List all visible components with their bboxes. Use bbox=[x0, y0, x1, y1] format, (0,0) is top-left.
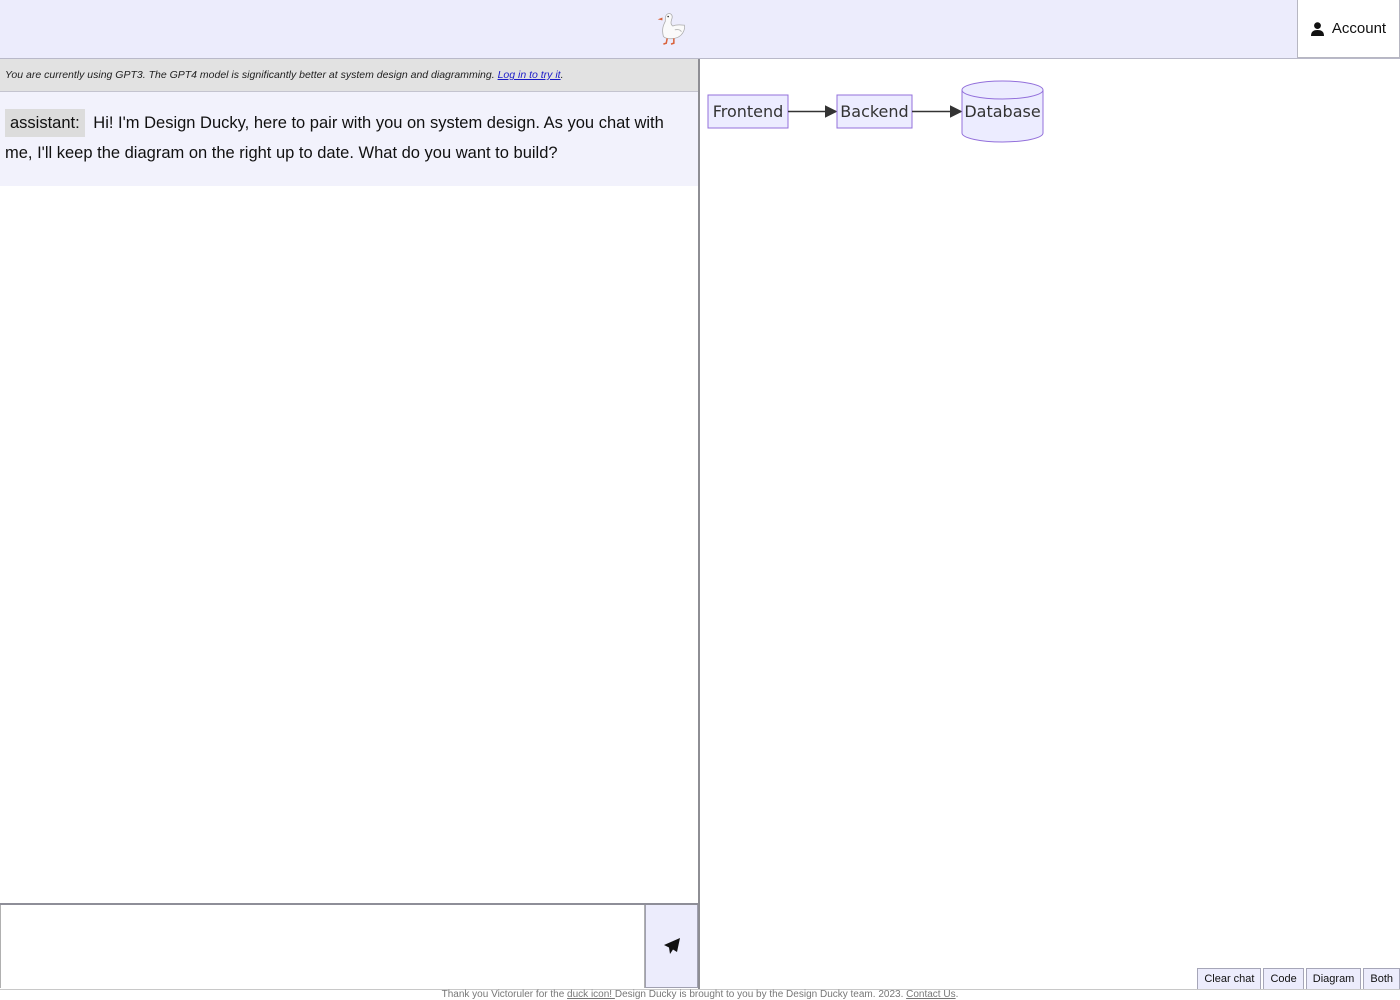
chat-input-area bbox=[0, 903, 698, 988]
message-role: assistant: bbox=[5, 109, 85, 137]
node-label-database: Database bbox=[964, 102, 1040, 121]
footer-suffix: . bbox=[955, 989, 959, 1000]
node-label-frontend: Frontend bbox=[713, 102, 784, 121]
diagram-node-database[interactable]: Database bbox=[961, 80, 1044, 143]
node-label-backend: Backend bbox=[840, 102, 908, 121]
chat-message: assistant: Hi! I'm Design Ducky, here to… bbox=[0, 92, 698, 186]
login-link[interactable]: Log in to try it bbox=[498, 69, 561, 81]
footer-credit: Design Ducky is brought to you by the De… bbox=[614, 989, 907, 1000]
user-icon bbox=[1310, 21, 1324, 36]
both-view-button[interactable]: Both bbox=[1363, 968, 1400, 989]
diagram-pane: Frontend Backend Database Clear chat Cod… bbox=[701, 59, 1400, 989]
message-list: assistant: Hi! I'm Design Ducky, here to… bbox=[0, 92, 698, 186]
architecture-diagram: Frontend Backend Database bbox=[707, 80, 1044, 143]
diagram-view-button[interactable]: Diagram bbox=[1305, 968, 1362, 989]
model-notice: You are currently using GPT3. The GPT4 m… bbox=[0, 59, 698, 92]
view-mode-toolbar: Clear chat Code Diagram Both bbox=[1195, 968, 1400, 989]
diagram-node-frontend[interactable]: Frontend bbox=[707, 94, 789, 129]
account-label: Account bbox=[1331, 20, 1387, 37]
footer-thanks: Thank you Victoruler for the bbox=[441, 989, 568, 1000]
diagram-node-backend[interactable]: Backend bbox=[836, 94, 913, 129]
chat-pane: You are currently using GPT3. The GPT4 m… bbox=[0, 59, 700, 989]
notice-suffix: . bbox=[560, 69, 564, 81]
paper-plane-icon bbox=[663, 938, 680, 954]
message-text: Hi! I'm Design Ducky, here to pair with … bbox=[5, 114, 664, 162]
duck-icon-link[interactable]: duck icon! bbox=[567, 989, 615, 1000]
header: Account bbox=[0, 0, 1400, 59]
duck-logo-icon bbox=[657, 13, 685, 45]
chat-input[interactable] bbox=[0, 905, 645, 988]
footer: Thank you Victoruler for the duck icon! … bbox=[0, 989, 1400, 1000]
notice-text: You are currently using GPT3. The GPT4 m… bbox=[5, 69, 498, 81]
send-button[interactable] bbox=[645, 905, 698, 988]
contact-us-link[interactable]: Contact Us bbox=[906, 989, 955, 1000]
account-button[interactable]: Account bbox=[1297, 0, 1400, 58]
clear-chat-button[interactable]: Clear chat bbox=[1197, 968, 1262, 989]
code-view-button[interactable]: Code bbox=[1263, 968, 1304, 989]
